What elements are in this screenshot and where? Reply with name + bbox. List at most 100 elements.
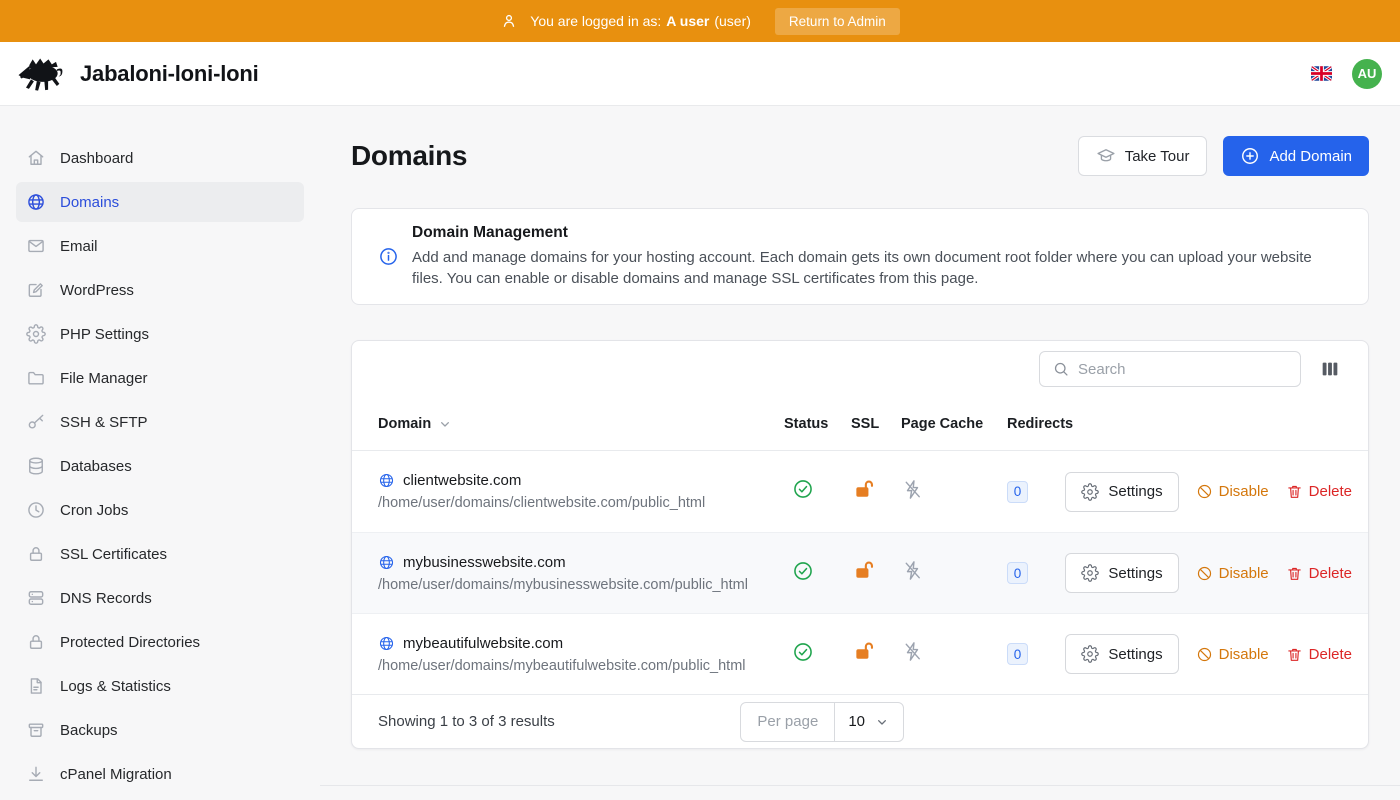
- sidebar-item-dns-records[interactable]: DNS Records: [16, 578, 304, 618]
- sidebar-item-label: cPanel Migration: [60, 766, 172, 783]
- banner-prefix: You are logged in as:: [530, 13, 661, 29]
- sidebar-item-label: File Manager: [60, 370, 148, 387]
- chevron-down-icon: [874, 714, 890, 730]
- info-box-title: Domain Management: [412, 224, 1338, 242]
- column-header-domain[interactable]: Domain: [378, 416, 784, 432]
- per-page-label: Per page: [741, 703, 835, 741]
- sidebar-item-protected-directories[interactable]: Protected Directories: [16, 622, 304, 662]
- table-footer: Showing 1 to 3 of 3 results Per page 10: [352, 694, 1368, 748]
- gear-icon: [1081, 645, 1099, 663]
- sidebar-item-wordpress[interactable]: WordPress: [16, 270, 304, 310]
- key-icon: [26, 412, 46, 432]
- brand-title: Jabaloni-loni-loni: [80, 61, 259, 87]
- sidebar: Dashboard Domains Email WordPress PHP Se…: [0, 106, 320, 800]
- search-input[interactable]: [1078, 361, 1288, 378]
- sidebar-item-label: PHP Settings: [60, 326, 149, 343]
- settings-button[interactable]: Settings: [1065, 472, 1178, 512]
- sort-chevron-down-icon: [437, 416, 453, 432]
- edit-icon: [26, 280, 46, 300]
- info-box-description: Add and manage domains for your hosting …: [412, 247, 1338, 289]
- delete-button[interactable]: Delete: [1286, 646, 1352, 663]
- header-actions: AU: [1311, 59, 1384, 89]
- folder-icon: [26, 368, 46, 388]
- section-divider: [320, 785, 1400, 786]
- banner-user-name: A user: [666, 13, 709, 29]
- column-header-page-cache: Page Cache: [901, 416, 1007, 432]
- sidebar-item-label: Domains: [60, 194, 119, 211]
- per-page-select[interactable]: 10: [835, 703, 903, 741]
- sidebar-item-label: Backups: [60, 722, 118, 739]
- redirects-count-badge[interactable]: 0: [1007, 481, 1028, 503]
- add-domain-button[interactable]: Add Domain: [1223, 136, 1369, 176]
- redirects-count-badge[interactable]: 0: [1007, 643, 1028, 665]
- disable-button[interactable]: Disable: [1196, 565, 1269, 582]
- trash-icon: [1286, 565, 1303, 582]
- download-icon: [26, 764, 46, 784]
- gear-icon: [1081, 483, 1099, 501]
- trash-icon: [1286, 483, 1303, 500]
- domain-name: mybeautifulwebsite.com: [403, 635, 563, 652]
- app-header: Jabaloni-loni-loni AU: [0, 42, 1400, 106]
- ban-icon: [1196, 646, 1213, 663]
- sidebar-item-logs-statistics[interactable]: Logs & Statistics: [16, 666, 304, 706]
- column-settings-button[interactable]: [1319, 358, 1341, 380]
- document-root-path: /home/user/domains/clientwebsite.com/pub…: [378, 495, 784, 511]
- sidebar-item-php-settings[interactable]: PHP Settings: [16, 314, 304, 354]
- globe-icon: [378, 472, 395, 489]
- sidebar-item-email[interactable]: Email: [16, 226, 304, 266]
- table-header-row: Domain Status SSL Page Cache Redirects: [352, 397, 1368, 451]
- page-cache-disabled-icon: [901, 640, 924, 663]
- sidebar-item-ssh-sftp[interactable]: SSH & SFTP: [16, 402, 304, 442]
- table-toolbar: [352, 341, 1368, 397]
- gear-icon: [26, 324, 46, 344]
- domains-table-card: Domain Status SSL Page Cache Redirects c…: [351, 340, 1369, 749]
- sidebar-item-ssl-certificates[interactable]: SSL Certificates: [16, 534, 304, 574]
- file-text-icon: [26, 676, 46, 696]
- table-row: mybeautifulwebsite.com /home/user/domain…: [352, 613, 1368, 694]
- language-selector[interactable]: [1311, 66, 1332, 81]
- info-icon: [378, 246, 399, 267]
- database-icon: [26, 456, 46, 476]
- delete-button[interactable]: Delete: [1286, 565, 1352, 582]
- sidebar-item-cron-jobs[interactable]: Cron Jobs: [16, 490, 304, 530]
- avatar[interactable]: AU: [1352, 59, 1382, 89]
- sidebar-item-domains[interactable]: Domains: [16, 182, 304, 222]
- lock-icon: [26, 544, 46, 564]
- plus-circle-icon: [1240, 146, 1260, 166]
- clock-icon: [26, 500, 46, 520]
- domain-name: clientwebsite.com: [403, 472, 521, 489]
- sidebar-item-databases[interactable]: Databases: [16, 446, 304, 486]
- take-tour-button[interactable]: Take Tour: [1078, 136, 1208, 176]
- globe-icon: [378, 554, 395, 571]
- brand-home-link[interactable]: Jabaloni-loni-loni: [16, 55, 259, 92]
- status-active-icon: [792, 560, 814, 582]
- trash-icon: [1286, 646, 1303, 663]
- take-tour-label: Take Tour: [1125, 148, 1190, 165]
- column-header-ssl: SSL: [851, 416, 901, 432]
- disable-button[interactable]: Disable: [1196, 483, 1269, 500]
- mail-icon: [26, 236, 46, 256]
- ban-icon: [1196, 483, 1213, 500]
- sidebar-item-file-manager[interactable]: File Manager: [16, 358, 304, 398]
- sidebar-item-cpanel-migration[interactable]: cPanel Migration: [16, 754, 304, 794]
- disable-button[interactable]: Disable: [1196, 646, 1269, 663]
- uk-flag-icon: [1311, 66, 1332, 81]
- column-header-redirects: Redirects: [1007, 416, 1092, 432]
- settings-button[interactable]: Settings: [1065, 634, 1178, 674]
- impersonation-banner: You are logged in as: A user (user) Retu…: [0, 0, 1400, 42]
- redirects-count-badge[interactable]: 0: [1007, 562, 1028, 584]
- user-icon: [500, 12, 518, 30]
- delete-button[interactable]: Delete: [1286, 483, 1352, 500]
- per-page-control[interactable]: Per page 10: [740, 702, 904, 742]
- settings-button[interactable]: Settings: [1065, 553, 1178, 593]
- table-row: mybusinesswebsite.com /home/user/domains…: [352, 532, 1368, 613]
- banner-message: You are logged in as: A user (user): [530, 13, 751, 29]
- banner-user-role: (user): [714, 13, 751, 29]
- sidebar-item-backups[interactable]: Backups: [16, 710, 304, 750]
- search-icon: [1052, 360, 1070, 378]
- document-root-path: /home/user/domains/mybusinesswebsite.com…: [378, 577, 784, 593]
- sidebar-item-label: Protected Directories: [60, 634, 200, 651]
- ssl-unlocked-icon: [853, 478, 876, 501]
- sidebar-item-dashboard[interactable]: Dashboard: [16, 138, 304, 178]
- return-to-admin-button[interactable]: Return to Admin: [775, 8, 900, 35]
